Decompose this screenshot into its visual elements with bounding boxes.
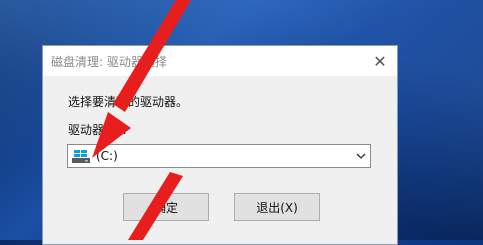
drive-select[interactable]: (C:)	[67, 144, 371, 168]
drive-icon	[72, 150, 90, 163]
disk-cleanup-dialog: 磁盘清理: 驱动器选择 ✕ 选择要清理的驱动器。 驱动器(D): (C:) 确定…	[42, 45, 398, 245]
prompt-text: 选择要清理的驱动器。	[68, 95, 189, 109]
close-icon: ✕	[373, 51, 387, 71]
dialog-title: 磁盘清理: 驱动器选择	[51, 55, 167, 69]
exit-button[interactable]: 退出(X)	[234, 193, 320, 221]
ok-button[interactable]: 确定	[123, 193, 209, 221]
close-button[interactable]: ✕	[363, 46, 397, 76]
drive-label: 驱动器(D):	[68, 123, 127, 137]
title-bar: 磁盘清理: 驱动器选择 ✕	[43, 46, 397, 76]
chevron-down-icon[interactable]	[356, 151, 366, 161]
drive-select-value: (C:)	[96, 149, 118, 163]
